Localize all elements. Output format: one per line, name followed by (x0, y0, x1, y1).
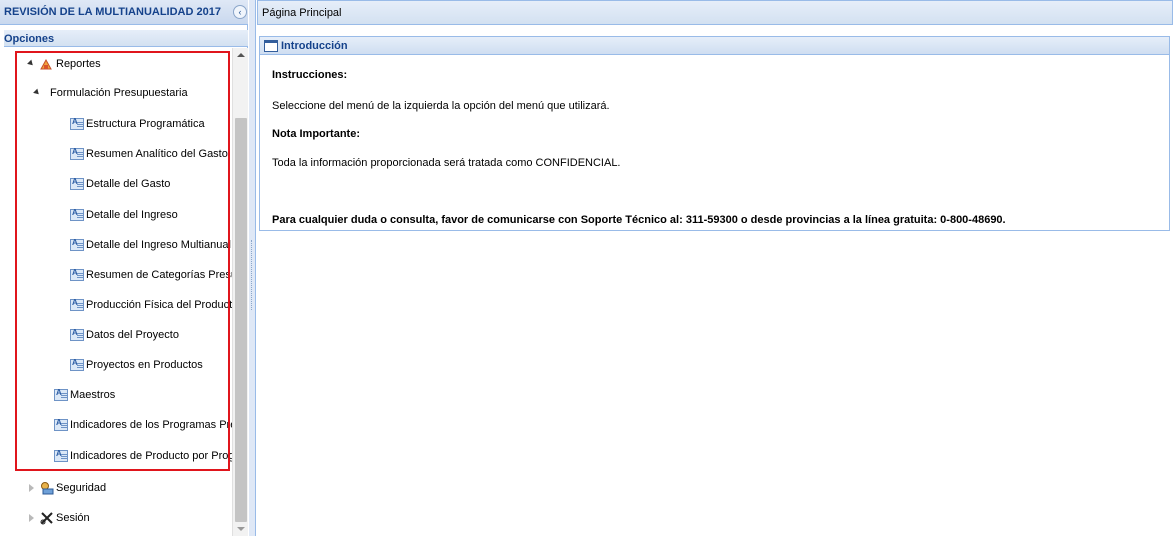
intro-title: Introducción (281, 40, 348, 52)
tree-label-seguridad: Seguridad (56, 482, 107, 494)
tree-label-formulacion: Formulación Presupuestaria (50, 87, 188, 99)
navigation-panel-header: REVISIÓN DE LA MULTIANUALIDAD 2017 ‹ (0, 0, 248, 25)
tree-item-detalle-del-ingreso-multianual[interactable]: Detalle del Ingreso Multianual (70, 237, 232, 255)
report-document-icon (70, 328, 84, 341)
intro-panel: Introducción Instrucciones: Seleccione d… (259, 36, 1170, 231)
tree-item-label: Proyectos en Productos (86, 359, 203, 371)
options-title: Opciones (4, 33, 55, 45)
tree-item-resumen-analitico-del-gasto[interactable]: Resumen Analítico del Gasto (70, 146, 232, 164)
tree-item-label: Indicadores de Producto por Progra (70, 450, 232, 462)
scroll-thumb[interactable] (235, 118, 247, 522)
expanded-arrow-icon[interactable] (27, 59, 35, 68)
report-document-icon (70, 208, 84, 221)
report-document-icon (70, 177, 84, 190)
tree-item-detalle-del-ingreso[interactable]: Detalle del Ingreso (70, 207, 232, 225)
navigation-panel: REVISIÓN DE LA MULTIANUALIDAD 2017 ‹ Opc… (0, 0, 248, 536)
scroll-up-arrow-icon[interactable] (237, 53, 245, 57)
tree-item-label: Indicadores de los Programas Pres (70, 419, 232, 431)
tools-icon (40, 511, 54, 525)
tree-node-reportes[interactable]: Reportes (24, 56, 224, 74)
tree-item-label: Datos del Proyecto (86, 329, 179, 341)
tree-item-produccion-fisica-del-producto[interactable]: Producción Física del Producto (70, 297, 232, 315)
tree-item-proyectos-en-productos[interactable]: Proyectos en Productos (70, 357, 232, 375)
report-document-icon (70, 117, 84, 130)
main-header: Página Principal (257, 0, 1173, 25)
panel-title: REVISIÓN DE LA MULTIANUALIDAD 2017 (4, 6, 221, 18)
intro-panel-header: Introducción (260, 37, 1169, 55)
tree-item-label: Detalle del Ingreso (86, 209, 178, 221)
contact-text: Para cualquier duda o consulta, favor de… (272, 214, 1006, 226)
tree-label-sesion: Sesión (56, 512, 90, 524)
tree-item-label: Detalle del Ingreso Multianual (86, 239, 231, 251)
important-note-text: Toda la información proporcionada será t… (272, 157, 621, 169)
window-icon (264, 40, 278, 52)
options-tree: Reportes Formulación Presupuestaria Estr… (4, 48, 232, 536)
main-content-panel: Página Principal Introducción Instruccio… (257, 0, 1173, 536)
splitter-grip[interactable] (251, 240, 253, 310)
report-document-icon (54, 449, 68, 462)
tree-node-sesion[interactable]: Sesión (24, 510, 224, 528)
reports-folder-icon (40, 58, 52, 70)
tree-item-maestros[interactable]: Maestros (54, 387, 232, 405)
tree-item-estructura-programatica[interactable]: Estructura Programática (70, 116, 232, 134)
instructions-text: Seleccione del menú de la izquierda la o… (272, 100, 610, 112)
tree-item-datos-del-proyecto[interactable]: Datos del Proyecto (70, 327, 232, 345)
expanded-arrow-icon[interactable] (33, 88, 41, 97)
important-note-heading: Nota Importante: (272, 128, 360, 140)
report-document-icon (70, 147, 84, 160)
tree-item-label: Maestros (70, 389, 116, 401)
report-document-icon (70, 268, 84, 281)
report-document-icon (54, 418, 68, 431)
tree-item-label: Estructura Programática (86, 118, 205, 130)
tree-node-formulacion-presupuestaria[interactable]: Formulación Presupuestaria (33, 85, 229, 103)
tree-item-detalle-del-gasto[interactable]: Detalle del Gasto (70, 176, 232, 194)
tree-label-reportes: Reportes (56, 58, 101, 70)
report-document-icon (70, 358, 84, 371)
tree-item-label: Detalle del Gasto (86, 178, 171, 190)
instructions-heading: Instrucciones: (272, 69, 348, 81)
collapse-panel-icon[interactable]: ‹ (233, 5, 247, 19)
tree-item-resumen-de-categorias[interactable]: Resumen de Categorías Presup (70, 267, 232, 285)
security-icon (40, 481, 54, 495)
panel-splitter[interactable] (249, 0, 256, 536)
page-title: Página Principal (262, 7, 342, 19)
collapsed-arrow-icon[interactable] (29, 484, 34, 492)
report-document-icon (70, 238, 84, 251)
scroll-down-arrow-icon[interactable] (237, 527, 245, 531)
collapsed-arrow-icon[interactable] (29, 514, 34, 522)
tree-item-indicadores-producto[interactable]: Indicadores de Producto por Progra (54, 448, 232, 466)
tree-item-label: Resumen de Categorías Presup (86, 269, 232, 281)
tree-scrollbar[interactable] (232, 48, 248, 536)
report-document-icon (70, 298, 84, 311)
tree-item-indicadores-programas[interactable]: Indicadores de los Programas Pres (54, 417, 232, 435)
tree-item-label: Resumen Analítico del Gasto (86, 148, 228, 160)
report-document-icon (54, 388, 68, 401)
tree-item-label: Producción Física del Producto (86, 299, 232, 311)
options-header: Opciones (4, 30, 248, 47)
tree-node-seguridad[interactable]: Seguridad (24, 480, 224, 498)
